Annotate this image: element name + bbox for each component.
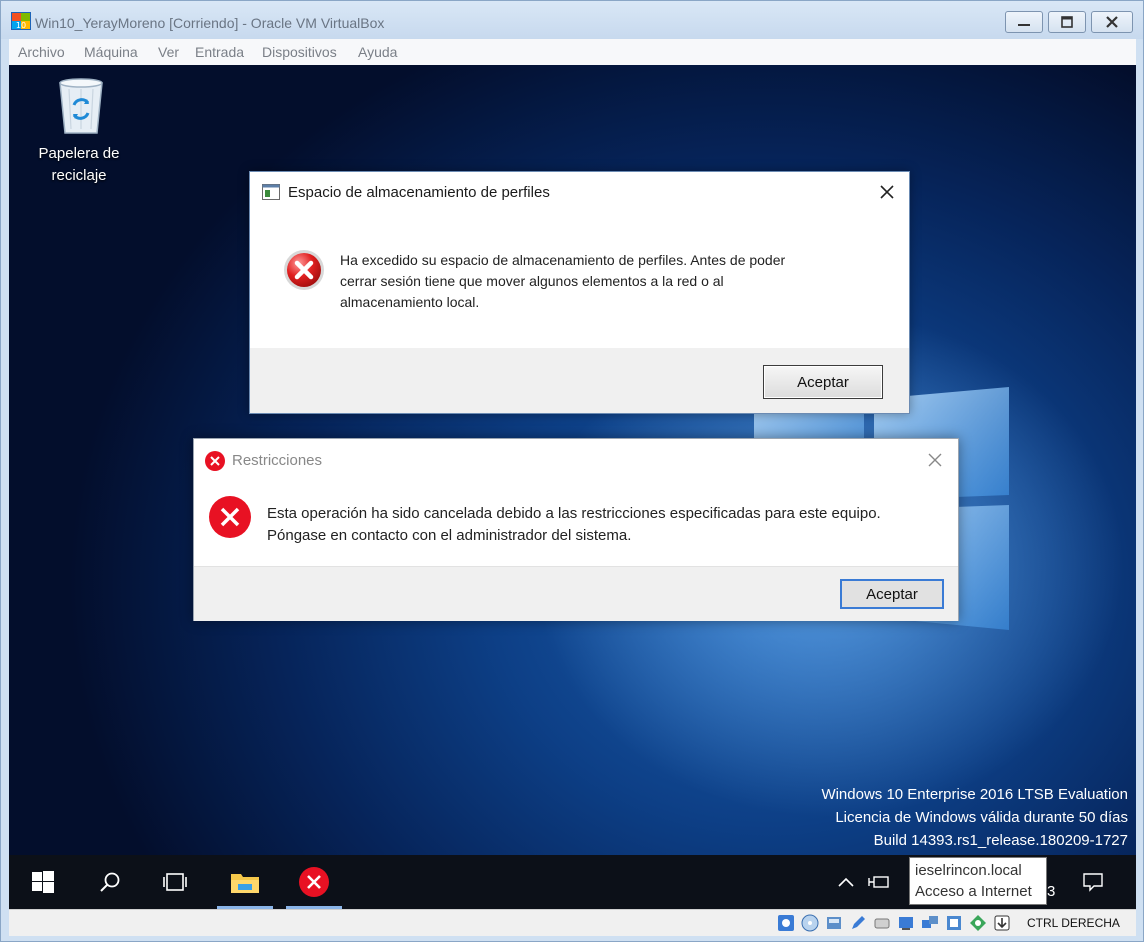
search-button[interactable]: [84, 855, 136, 909]
recycle-bin-icon: [59, 78, 103, 134]
recycle-bin-shortcut[interactable]: Papelera de reciclaje: [29, 75, 129, 195]
guest-desktop[interactable]: Papelera de reciclaje Windows 10 Enterpr…: [9, 65, 1136, 909]
virtualbox-statusbar: CTRL DERECHA: [9, 909, 1136, 936]
recycle-bin-label: Papelera de reciclaje: [38, 145, 120, 184]
menu-maquina[interactable]: Máquina: [84, 44, 138, 60]
virtualbox-window: 10 Win10_YerayMoreno [Corriendo] - Oracl…: [0, 0, 1144, 942]
folder-icon: [231, 874, 259, 893]
action-center-button[interactable]: [1067, 855, 1119, 909]
notification-icon: [1083, 873, 1103, 892]
window-title: Win10_YerayMoreno [Corriendo] - Oracle V…: [35, 15, 385, 31]
start-button[interactable]: [17, 855, 69, 909]
window-app-icon: [262, 184, 280, 200]
close-icon: [1106, 16, 1118, 28]
error-icon: [284, 250, 324, 290]
accept-button[interactable]: Aceptar: [763, 365, 883, 399]
display-icon[interactable]: [921, 914, 939, 932]
maximize-icon: [1061, 16, 1073, 28]
dialog-message: Esta operación ha sido cancelada debido …: [267, 505, 881, 544]
error-icon: [299, 867, 329, 897]
dialog-title: Espacio de almacenamiento de perfiles: [288, 184, 550, 201]
close-icon[interactable]: [875, 180, 899, 204]
search-icon: [100, 872, 120, 892]
close-icon[interactable]: [924, 449, 946, 471]
menu-archivo[interactable]: Archivo: [18, 44, 65, 60]
menu-entrada[interactable]: Entrada: [195, 44, 244, 60]
task-view-button[interactable]: [149, 855, 201, 909]
mouse-integration-icon[interactable]: [993, 914, 1011, 932]
menu-ayuda[interactable]: Ayuda: [358, 44, 397, 60]
minimize-icon: [1018, 24, 1030, 26]
network-icon: [868, 876, 889, 888]
hard-disk-icon[interactable]: [825, 914, 843, 932]
pen-icon[interactable]: [849, 914, 867, 932]
windows-eval-watermark: Windows 10 Enterprise 2016 LTSB Evaluati…: [821, 786, 1128, 849]
task-view-icon: [163, 873, 187, 891]
dialog-message: Ha excedido su espacio de almacenamiento…: [340, 252, 786, 310]
network-tray-button[interactable]: [864, 855, 894, 909]
video-capture-icon[interactable]: [945, 914, 963, 932]
maximize-button[interactable]: [1048, 11, 1086, 33]
dialog-title: Restricciones: [232, 452, 323, 469]
error-title-icon: [205, 451, 225, 471]
dialog-footer: Aceptar: [250, 348, 909, 413]
menu-bar: Archivo Máquina Ver Entrada Dispositivos…: [9, 39, 1136, 65]
usb-icon[interactable]: [873, 914, 891, 932]
menu-dispositivos[interactable]: Dispositivos: [262, 44, 337, 60]
window-titlebar[interactable]: 10 Win10_YerayMoreno [Corriendo] - Oracl…: [1, 1, 1143, 39]
profile-storage-dialog: Espacio de almacenamiento de perfiles Ha…: [249, 171, 910, 414]
error-icon: [209, 496, 251, 538]
chevron-up-icon: [838, 877, 854, 887]
file-explorer-taskbar-button[interactable]: [217, 855, 273, 909]
optical-drive-icon[interactable]: [777, 914, 795, 932]
minimize-button[interactable]: [1005, 11, 1043, 33]
accept-button[interactable]: Aceptar: [840, 579, 944, 609]
show-hidden-icons-button[interactable]: [831, 855, 861, 909]
menu-ver[interactable]: Ver: [158, 44, 179, 60]
error-dialog-taskbar-button[interactable]: [286, 855, 342, 909]
network-tooltip: ieselrincon.local Acceso a Internet: [909, 857, 1047, 905]
close-button[interactable]: [1091, 11, 1133, 33]
network-adapter-icon[interactable]: [969, 914, 987, 932]
restrictions-dialog: Restricciones Esta operación ha sido can…: [193, 438, 959, 621]
tray-clock-fragment: 3: [1047, 883, 1056, 900]
host-key-label: CTRL DERECHA: [1027, 916, 1120, 930]
windows-start-icon: [32, 871, 54, 893]
shared-folders-icon[interactable]: [897, 914, 915, 932]
virtualbox-app-icon: 10: [11, 12, 31, 30]
dialog-footer: Aceptar: [194, 566, 958, 621]
cd-icon[interactable]: [801, 914, 819, 932]
svg-text:10: 10: [16, 21, 26, 30]
